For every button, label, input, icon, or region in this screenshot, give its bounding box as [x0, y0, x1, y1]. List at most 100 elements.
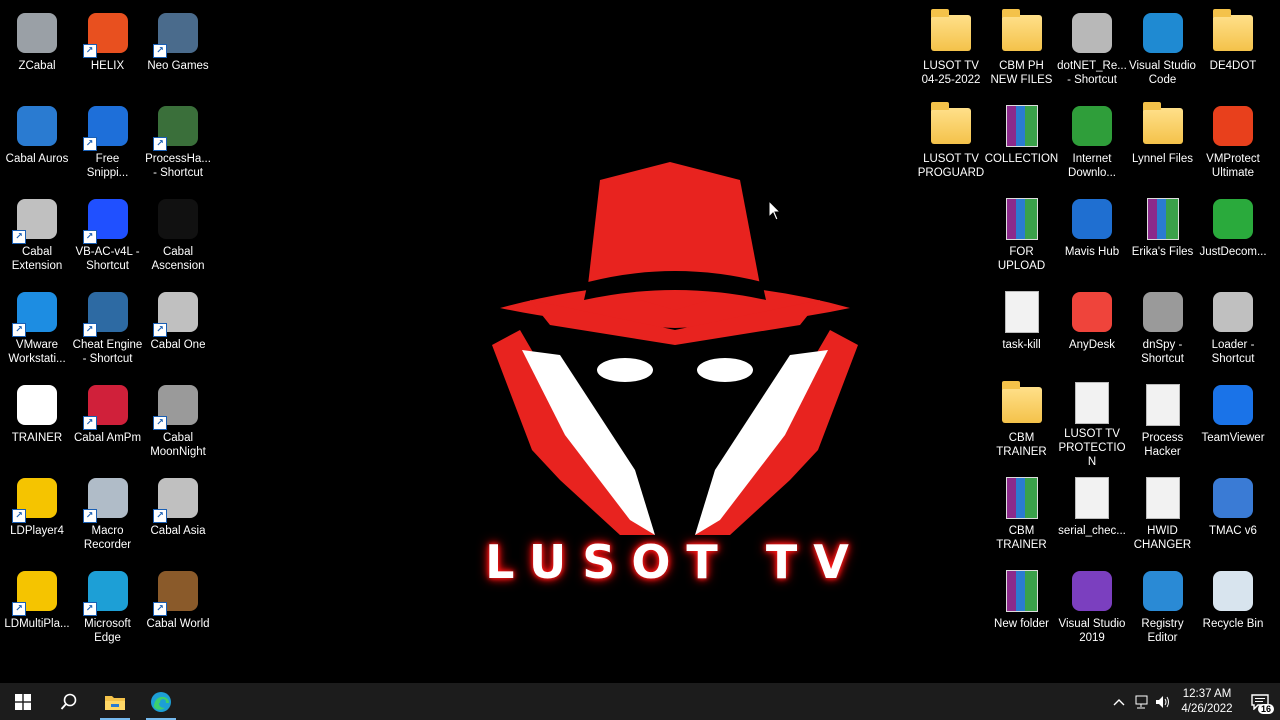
desktop-icon-label: Mavis Hub [1064, 246, 1120, 258]
registry-editor-icon [1140, 568, 1186, 614]
desktop-icon[interactable]: Visual Studio 2019 [1056, 562, 1128, 652]
windows-start-icon [15, 693, 31, 710]
desktop-icon[interactable]: LUSOT TV 04-25-2022 [915, 4, 987, 94]
desktop-icon[interactable]: ↗ Cabal AmPm [72, 376, 144, 466]
clock-date: 4/26/2022 [1181, 702, 1233, 715]
action-center-button[interactable]: 16 [1240, 683, 1280, 720]
desktop-icon-label: Free Snippi... [86, 153, 129, 179]
desktop-icon[interactable]: Registry Editor [1127, 562, 1199, 652]
gear-file-icon [999, 289, 1045, 335]
show-hidden-icons-button[interactable] [1108, 683, 1130, 720]
folder-icon [928, 9, 974, 56]
desktop-icon-label: Cabal Ascension [151, 246, 205, 272]
desktop-icon[interactable]: ↗ LDPlayer4 [1, 469, 73, 559]
desktop-icon[interactable]: Loader - Shortcut [1197, 283, 1269, 373]
start-button[interactable] [0, 683, 46, 720]
desktop-icon[interactable]: ↗ Cabal Extension [1, 190, 73, 280]
gear-file-icon [1069, 475, 1115, 521]
desktop-icon[interactable]: Process Hacker [1127, 376, 1199, 466]
shortcut-arrow-icon: ↗ [82, 230, 97, 244]
desktop-icon[interactable]: TeamViewer [1197, 376, 1269, 466]
teamviewer-icon [1210, 382, 1256, 428]
desktop-icon[interactable]: AnyDesk [1056, 283, 1128, 373]
desktop-icon[interactable]: Recycle Bin [1197, 562, 1269, 652]
desktop[interactable]: ZCabal ↗ HELIX ↗ Neo Games Cabal Auros ↗ Free S… [0, 0, 1280, 683]
logo-text: LUSOT TV [485, 535, 865, 589]
shortcut-arrow-icon: ↗ [153, 44, 167, 58]
system-tray: 12:37 AM 4/26/2022 16 [1108, 683, 1280, 720]
desktop-icon-label: LUSOT TV 04-25-2022 [921, 60, 981, 86]
desktop-icon[interactable]: ↗ VMware Workstati... [1, 283, 73, 373]
shortcut-arrow-icon: ↗ [82, 602, 97, 616]
desktop-icon[interactable]: COLLECTION [985, 97, 1058, 187]
desktop-icon[interactable]: ↗ Cabal World [142, 562, 214, 652]
desktop-icon[interactable]: ↗ Macro Recorder [72, 469, 144, 559]
desktop-icon[interactable]: ↗ Cabal Asia [142, 469, 214, 559]
desktop-icon[interactable]: New folder [986, 562, 1058, 652]
desktop-icon[interactable]: ↗ HELIX [72, 4, 144, 94]
document-icon [1069, 382, 1115, 424]
desktop-icon[interactable]: Erika's Files [1127, 190, 1199, 280]
desktop-icon[interactable]: task-kill [986, 283, 1058, 373]
process-hacker-icon: ↗ [153, 103, 201, 151]
desktop-icon[interactable]: LUSOT TV PROGUARD [915, 97, 987, 187]
desktop-icon[interactable]: Lynnel Files [1127, 97, 1199, 187]
desktop-icon-label: Cabal One [150, 339, 206, 351]
desktop-icon[interactable]: CBM PH NEW FILES [986, 4, 1058, 94]
taskbar-file-explorer[interactable] [92, 683, 138, 720]
cabal-asia-icon: ↗ [153, 475, 201, 523]
desktop-icon-label: ZCabal [18, 60, 56, 72]
winrar-archive-icon [1140, 196, 1186, 242]
desktop-icon[interactable]: CBM TRAINER [986, 469, 1058, 559]
desktop-icon[interactable]: ↗ Microsoft Edge [72, 562, 144, 652]
desktop-icon-label: TRAINER [11, 432, 63, 444]
desktop-icon[interactable]: CBM TRAINER [986, 376, 1058, 466]
desktop-icon[interactable]: ↗ Neo Games [142, 4, 214, 94]
cheat-engine-icon: ↗ [82, 289, 131, 337]
desktop-icon[interactable]: VMProtect Ultimate [1197, 97, 1269, 187]
desktop-icon[interactable]: TRAINER [1, 376, 73, 466]
desktop-icon-label: dotNET_Re... - Shortcut [1057, 60, 1127, 86]
desktop-icon[interactable]: dnSpy - Shortcut [1127, 283, 1199, 373]
desktop-icon[interactable]: ↗ Cabal MoonNight [142, 376, 214, 466]
volume-button[interactable] [1152, 683, 1174, 720]
desktop-icon[interactable]: Cabal Auros [1, 97, 73, 187]
shortcut-arrow-icon: ↗ [12, 230, 26, 244]
search-button[interactable] [46, 683, 92, 720]
desktop-icon-label: CBM PH NEW FILES [990, 60, 1053, 86]
desktop-icon[interactable]: HWID CHANGER [1127, 469, 1199, 559]
mouse-cursor-icon [768, 200, 782, 221]
desktop-icon[interactable]: ↗ ProcessHa... - Shortcut [142, 97, 214, 187]
desktop-icon-label: Visual Studio 2019 [1058, 618, 1126, 644]
taskbar-edge[interactable] [138, 683, 184, 720]
shortcut-arrow-icon: ↗ [153, 416, 167, 430]
desktop-icon[interactable]: JustDecom... [1197, 190, 1269, 280]
network-button[interactable] [1130, 683, 1152, 720]
internet-download-manager-icon [1069, 103, 1115, 149]
desktop-icon-label: Lynnel Files [1132, 153, 1193, 165]
desktop-icon[interactable]: DE4DOT [1197, 4, 1269, 94]
desktop-icon[interactable]: LUSOT TV PROTECTION [1056, 376, 1128, 468]
search-icon [60, 693, 77, 710]
desktop-icon-label: Cabal World [146, 618, 210, 630]
desktop-icon[interactable]: Visual Studio Code [1127, 4, 1199, 94]
visual-studio-icon [1069, 568, 1115, 614]
desktop-icon[interactable]: ↗ Free Snippi... [72, 97, 144, 187]
desktop-icon[interactable]: Internet Downlo... [1056, 97, 1128, 187]
desktop-icon-label: VMProtect Ultimate [1206, 153, 1260, 179]
desktop-icon-label: AnyDesk [1068, 339, 1116, 351]
desktop-icon[interactable]: TMAC v6 [1197, 469, 1269, 559]
desktop-icon[interactable]: ↗ LDMultiPla... [1, 562, 73, 652]
desktop-icon[interactable]: ZCabal [1, 4, 73, 94]
desktop-icon[interactable]: ↗ Cabal One [142, 283, 214, 373]
desktop-icon[interactable]: ↗ Cheat Engine - Shortcut [72, 283, 144, 373]
desktop-icon[interactable]: dotNET_Re... - Shortcut [1056, 4, 1128, 94]
clock[interactable]: 12:37 AM 4/26/2022 [1174, 687, 1240, 717]
desktop-icon[interactable]: Mavis Hub [1056, 190, 1128, 280]
desktop-icon[interactable]: ↗ VB-AC-v4L - Shortcut [72, 190, 144, 280]
desktop-icon[interactable]: serial_chec... [1056, 469, 1128, 559]
desktop-icon[interactable]: FOR UPLOAD [986, 190, 1058, 280]
desktop-icon[interactable]: Cabal Ascension [142, 190, 214, 280]
zcabal-icon [14, 10, 60, 56]
ldplayer-icon: ↗ [12, 475, 60, 523]
